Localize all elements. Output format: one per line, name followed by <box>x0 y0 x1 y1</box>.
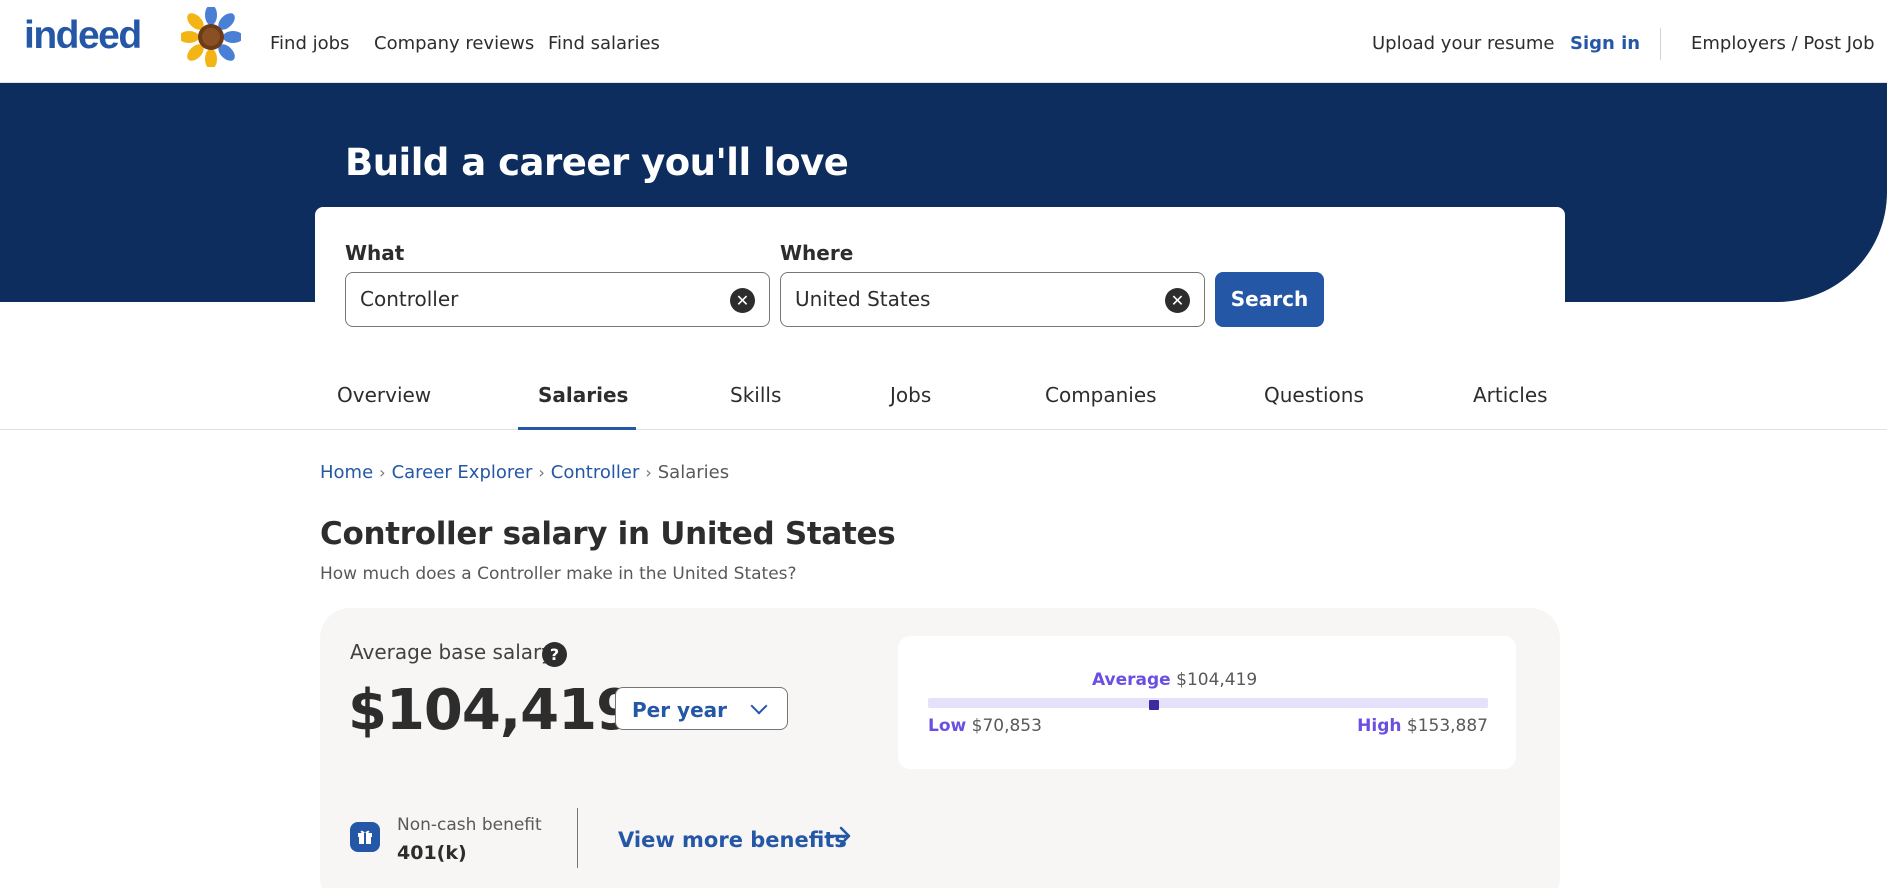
where-field[interactable]: ✕ <box>780 272 1205 327</box>
range-high-label: High <box>1357 716 1402 736</box>
logo-text: indeed <box>24 14 142 57</box>
range-low: Low $70,853 <box>928 716 1042 736</box>
what-field[interactable]: ✕ <box>345 272 770 327</box>
benefit-value: 401(k) <box>397 842 467 864</box>
tab-jobs[interactable]: Jobs <box>890 383 931 407</box>
breadcrumb-controller[interactable]: Controller <box>551 462 640 483</box>
where-input[interactable] <box>795 287 1155 311</box>
search-form: What ✕ Where ✕ <box>315 207 1565 337</box>
range-average-label: Average <box>1092 670 1171 690</box>
employers-post-job-link[interactable]: Employers / Post Job <box>1691 33 1875 54</box>
range-high-value: $153,887 <box>1406 716 1488 736</box>
question-circle-icon[interactable]: ? <box>542 642 567 667</box>
breadcrumb-career-explorer[interactable]: Career Explorer <box>392 462 533 483</box>
range-low-label: Low <box>928 716 967 736</box>
where-label: Where <box>780 241 854 265</box>
range-average: Average $104,419 <box>1092 670 1257 690</box>
breadcrumb-separator-icon: › <box>379 463 386 482</box>
sign-in-link[interactable]: Sign in <box>1570 33 1640 54</box>
breadcrumb-separator-icon: › <box>645 463 652 482</box>
search-button[interactable]: Search <box>1215 272 1324 327</box>
tab-questions[interactable]: Questions <box>1264 383 1364 407</box>
average-salary-label: Average base salary <box>350 640 554 664</box>
nav-divider <box>1660 28 1661 60</box>
benefit-divider <box>577 808 578 868</box>
tab-overview[interactable]: Overview <box>337 383 431 407</box>
salary-summary-card: Average base salary ? $104,419 Per year … <box>320 608 1560 888</box>
nav-find-salaries[interactable]: Find salaries <box>548 33 660 54</box>
range-high: High $153,887 <box>1357 716 1488 736</box>
pay-period-select[interactable]: Per year <box>615 687 788 730</box>
indeed-logo[interactable]: indeed <box>24 14 142 58</box>
chevron-down-icon <box>750 697 768 715</box>
sunflower-icon <box>181 7 241 67</box>
range-low-value: $70,853 <box>971 716 1042 736</box>
nav-find-jobs[interactable]: Find jobs <box>270 33 349 54</box>
breadcrumb-separator-icon: › <box>538 463 545 482</box>
benefit-label: Non-cash benefit <box>397 815 542 835</box>
tab-companies[interactable]: Companies <box>1045 383 1157 407</box>
breadcrumb: Home › Career Explorer › Controller › Salaries <box>320 462 729 483</box>
gift-icon <box>350 822 380 852</box>
view-more-benefits-link[interactable]: View more benefits <box>618 828 847 852</box>
clear-what-icon[interactable]: ✕ <box>730 288 755 313</box>
upload-resume-link[interactable]: Upload your resume <box>1372 33 1554 54</box>
top-navigation: indeed Find jobs Company reviews Find sa… <box>0 0 1887 83</box>
pay-period-value: Per year <box>632 698 728 722</box>
salary-range: Average $104,419 Low $70,853 High $153,8… <box>898 636 1516 769</box>
active-tab-indicator <box>518 427 636 430</box>
breadcrumb-home[interactable]: Home <box>320 462 373 483</box>
arrow-right-icon[interactable] <box>825 824 853 848</box>
what-input[interactable] <box>360 287 720 311</box>
range-average-marker <box>1149 700 1160 710</box>
clear-where-icon[interactable]: ✕ <box>1165 288 1190 313</box>
nav-company-reviews[interactable]: Company reviews <box>374 33 534 54</box>
page-subtitle: How much does a Controller make in the U… <box>320 564 797 584</box>
range-average-value: $104,419 <box>1176 670 1258 690</box>
tab-articles[interactable]: Articles <box>1473 383 1548 407</box>
page-title: Controller salary in United States <box>320 516 896 552</box>
breadcrumb-current: Salaries <box>657 462 730 483</box>
what-label: What <box>345 241 405 265</box>
career-tabs: Overview Salaries Skills Jobs Companies … <box>0 343 1887 430</box>
hero-title: Build a career you'll love <box>345 141 849 184</box>
average-salary-amount: $104,419 <box>348 678 635 743</box>
range-track <box>928 698 1488 708</box>
tab-skills[interactable]: Skills <box>730 383 781 407</box>
tab-salaries[interactable]: Salaries <box>538 383 628 407</box>
